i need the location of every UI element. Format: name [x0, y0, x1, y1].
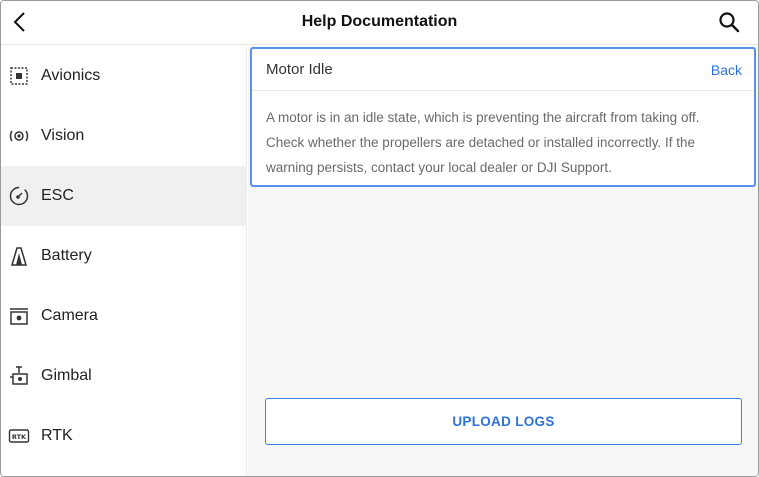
chevron-left-icon	[13, 12, 25, 32]
svg-text:RTK: RTK	[12, 433, 27, 441]
search-button[interactable]	[714, 7, 744, 37]
sidebar-item-battery[interactable]: Battery	[1, 226, 246, 286]
app-window: Help Documentation Avionics Vision ESC B…	[0, 0, 759, 477]
sidebar-item-avionics[interactable]: Avionics	[1, 46, 246, 106]
gimbal-icon	[7, 364, 31, 388]
sidebar-item-label: Battery	[41, 247, 92, 264]
upload-logs-button[interactable]: UPLOAD LOGS	[265, 398, 742, 445]
sidebar-item-label: RTK	[41, 427, 73, 444]
camera-icon	[7, 304, 31, 328]
sidebar-item-label: Gimbal	[41, 367, 92, 384]
card-title: Motor Idle	[266, 61, 333, 78]
help-detail-card: Motor Idle Back A motor is in an idle st…	[250, 47, 756, 187]
sidebar-item-label: Vision	[41, 127, 85, 144]
sidebar-item-label: Avionics	[41, 67, 101, 84]
esc-icon	[7, 184, 31, 208]
back-button[interactable]	[5, 7, 35, 37]
card-description: A motor is in an idle state, which is pr…	[266, 110, 700, 175]
sidebar-item-label: Camera	[41, 307, 98, 324]
sidebar-item-vision[interactable]: Vision	[1, 106, 246, 166]
sidebar-item-gimbal[interactable]: Gimbal	[1, 346, 246, 406]
category-sidebar: Avionics Vision ESC Battery Camera Gimba…	[1, 46, 247, 476]
rtk-icon: RTK	[7, 424, 31, 448]
card-header: Motor Idle Back	[252, 49, 754, 91]
card-back-link[interactable]: Back	[711, 62, 742, 78]
battery-icon	[7, 244, 31, 268]
top-bar: Help Documentation	[1, 1, 758, 45]
avionics-icon	[7, 64, 31, 88]
sidebar-item-camera[interactable]: Camera	[1, 286, 246, 346]
sidebar-item-label: ESC	[41, 187, 74, 204]
content-panel: Motor Idle Back A motor is in an idle st…	[248, 46, 758, 476]
page-title: Help Documentation	[301, 13, 458, 30]
vision-icon	[7, 124, 31, 148]
sidebar-item-esc[interactable]: ESC	[1, 166, 246, 226]
sidebar-item-rtk[interactable]: RTK RTK	[1, 406, 246, 466]
search-icon	[719, 12, 740, 33]
